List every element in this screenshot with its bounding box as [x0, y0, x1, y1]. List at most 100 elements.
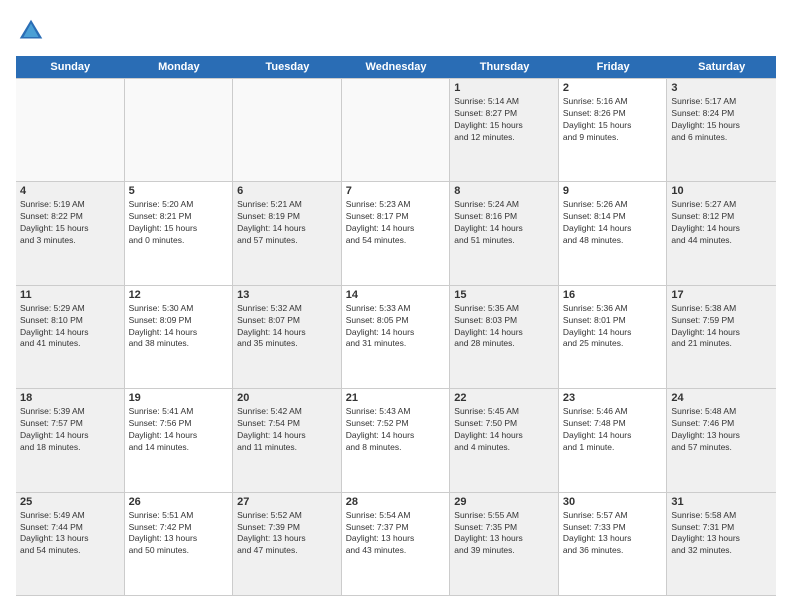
- page: SundayMondayTuesdayWednesdayThursdayFrid…: [0, 0, 792, 612]
- day-cell-11: 11 Sunrise: 5:29 AMSunset: 8:10 PMDayligh…: [16, 286, 125, 388]
- day-number: 13: [237, 289, 337, 301]
- day-number: 27: [237, 496, 337, 508]
- empty-cell: [342, 79, 451, 181]
- day-info: Sunrise: 5:24 AMSunset: 8:16 PMDaylight:…: [454, 199, 554, 247]
- header-day-friday: Friday: [559, 56, 668, 78]
- day-cell-24: 24 Sunrise: 5:48 AMSunset: 7:46 PMDayligh…: [667, 389, 776, 491]
- day-info: Sunrise: 5:20 AMSunset: 8:21 PMDaylight:…: [129, 199, 229, 247]
- day-number: 21: [346, 392, 446, 404]
- day-info: Sunrise: 5:45 AMSunset: 7:50 PMDaylight:…: [454, 406, 554, 454]
- day-number: 5: [129, 185, 229, 197]
- day-info: Sunrise: 5:51 AMSunset: 7:42 PMDaylight:…: [129, 510, 229, 558]
- day-info: Sunrise: 5:39 AMSunset: 7:57 PMDaylight:…: [20, 406, 120, 454]
- day-cell-18: 18Sunrise: 5:39 AMSunset: 7:57 PMDayligh…: [16, 389, 125, 491]
- day-number: 14: [346, 289, 446, 301]
- day-cell-25: 25 Sunrise: 5:49 AMSunset: 7:44 PMDayligh…: [16, 493, 125, 595]
- day-cell-4: 4Sunrise: 5:19 AMSunset: 8:22 PMDaylight…: [16, 182, 125, 284]
- logo: [16, 16, 50, 46]
- day-info: Sunrise: 5:48 AMSunset: 7:46 PMDaylight:…: [671, 406, 772, 454]
- day-cell-21: 21 Sunrise: 5:43 AMSunset: 7:52 PMDayligh…: [342, 389, 451, 491]
- day-cell-29: 29 Sunrise: 5:55 AMSunset: 7:35 PMDayligh…: [450, 493, 559, 595]
- header-day-monday: Monday: [125, 56, 234, 78]
- day-number: 16: [563, 289, 663, 301]
- calendar-row-5: 25 Sunrise: 5:49 AMSunset: 7:44 PMDayligh…: [16, 493, 776, 596]
- day-info: Sunrise: 5:29 AMSunset: 8:10 PMDaylight:…: [20, 303, 120, 351]
- day-cell-30: 30Sunrise: 5:57 AMSunset: 7:33 PMDayligh…: [559, 493, 668, 595]
- day-cell-28: 28Sunrise: 5:54 AMSunset: 7:37 PMDayligh…: [342, 493, 451, 595]
- day-cell-9: 9 Sunrise: 5:26 AMSunset: 8:14 PMDaylight…: [559, 182, 668, 284]
- day-number: 17: [671, 289, 772, 301]
- day-number: 7: [346, 185, 446, 197]
- day-cell-27: 27 Sunrise: 5:52 AMSunset: 7:39 PMDayligh…: [233, 493, 342, 595]
- day-cell-23: 23 Sunrise: 5:46 AMSunset: 7:48 PMDayligh…: [559, 389, 668, 491]
- day-number: 23: [563, 392, 663, 404]
- day-info: Sunrise: 5:33 AMSunset: 8:05 PMDaylight:…: [346, 303, 446, 351]
- day-cell-14: 14 Sunrise: 5:33 AMSunset: 8:05 PMDayligh…: [342, 286, 451, 388]
- day-info: Sunrise: 5:41 AMSunset: 7:56 PMDaylight:…: [129, 406, 229, 454]
- calendar-row-3: 11 Sunrise: 5:29 AMSunset: 8:10 PMDayligh…: [16, 286, 776, 389]
- day-number: 8: [454, 185, 554, 197]
- day-cell-10: 10 Sunrise: 5:27 AMSunset: 8:12 PMDayligh…: [667, 182, 776, 284]
- calendar-row-2: 4Sunrise: 5:19 AMSunset: 8:22 PMDaylight…: [16, 182, 776, 285]
- header-day-tuesday: Tuesday: [233, 56, 342, 78]
- day-cell-16: 16 Sunrise: 5:36 AMSunset: 8:01 PMDayligh…: [559, 286, 668, 388]
- day-info: Sunrise: 5:30 AMSunset: 8:09 PMDaylight:…: [129, 303, 229, 351]
- calendar-body: 1Sunrise: 5:14 AMSunset: 8:27 PMDaylight…: [16, 78, 776, 596]
- day-info: Sunrise: 5:17 AMSunset: 8:24 PMDaylight:…: [671, 96, 772, 144]
- empty-cell: [16, 79, 125, 181]
- day-cell-6: 6 Sunrise: 5:21 AMSunset: 8:19 PMDaylight…: [233, 182, 342, 284]
- day-cell-7: 7 Sunrise: 5:23 AMSunset: 8:17 PMDaylight…: [342, 182, 451, 284]
- day-number: 24: [671, 392, 772, 404]
- day-info: Sunrise: 5:55 AMSunset: 7:35 PMDaylight:…: [454, 510, 554, 558]
- day-cell-12: 12 Sunrise: 5:30 AMSunset: 8:09 PMDayligh…: [125, 286, 234, 388]
- day-number: 20: [237, 392, 337, 404]
- day-info: Sunrise: 5:21 AMSunset: 8:19 PMDaylight:…: [237, 199, 337, 247]
- day-cell-31: 31Sunrise: 5:58 AMSunset: 7:31 PMDayligh…: [667, 493, 776, 595]
- day-info: Sunrise: 5:35 AMSunset: 8:03 PMDaylight:…: [454, 303, 554, 351]
- day-number: 29: [454, 496, 554, 508]
- day-info: Sunrise: 5:16 AMSunset: 8:26 PMDaylight:…: [563, 96, 663, 144]
- day-info: Sunrise: 5:27 AMSunset: 8:12 PMDaylight:…: [671, 199, 772, 247]
- day-info: Sunrise: 5:52 AMSunset: 7:39 PMDaylight:…: [237, 510, 337, 558]
- day-number: 6: [237, 185, 337, 197]
- day-number: 11: [20, 289, 120, 301]
- day-cell-17: 17 Sunrise: 5:38 AMSunset: 7:59 PMDayligh…: [667, 286, 776, 388]
- header-day-sunday: Sunday: [16, 56, 125, 78]
- calendar: SundayMondayTuesdayWednesdayThursdayFrid…: [16, 56, 776, 596]
- header-day-wednesday: Wednesday: [342, 56, 451, 78]
- day-info: Sunrise: 5:58 AMSunset: 7:31 PMDaylight:…: [671, 510, 772, 558]
- day-info: Sunrise: 5:57 AMSunset: 7:33 PMDaylight:…: [563, 510, 663, 558]
- day-cell-5: 5 Sunrise: 5:20 AMSunset: 8:21 PMDaylight…: [125, 182, 234, 284]
- day-cell-20: 20 Sunrise: 5:42 AMSunset: 7:54 PMDayligh…: [233, 389, 342, 491]
- day-number: 25: [20, 496, 120, 508]
- day-cell-2: 2Sunrise: 5:16 AMSunset: 8:26 PMDaylight…: [559, 79, 668, 181]
- day-info: Sunrise: 5:46 AMSunset: 7:48 PMDaylight:…: [563, 406, 663, 454]
- day-number: 10: [671, 185, 772, 197]
- day-info: Sunrise: 5:26 AMSunset: 8:14 PMDaylight:…: [563, 199, 663, 247]
- day-cell-8: 8 Sunrise: 5:24 AMSunset: 8:16 PMDaylight…: [450, 182, 559, 284]
- empty-cell: [125, 79, 234, 181]
- day-info: Sunrise: 5:14 AMSunset: 8:27 PMDaylight:…: [454, 96, 554, 144]
- day-cell-13: 13Sunrise: 5:32 AMSunset: 8:07 PMDayligh…: [233, 286, 342, 388]
- day-cell-1: 1Sunrise: 5:14 AMSunset: 8:27 PMDaylight…: [450, 79, 559, 181]
- day-number: 9: [563, 185, 663, 197]
- empty-cell: [233, 79, 342, 181]
- day-number: 28: [346, 496, 446, 508]
- day-number: 19: [129, 392, 229, 404]
- day-info: Sunrise: 5:19 AMSunset: 8:22 PMDaylight:…: [20, 199, 120, 247]
- day-number: 22: [454, 392, 554, 404]
- day-number: 12: [129, 289, 229, 301]
- day-info: Sunrise: 5:42 AMSunset: 7:54 PMDaylight:…: [237, 406, 337, 454]
- day-cell-15: 15Sunrise: 5:35 AMSunset: 8:03 PMDayligh…: [450, 286, 559, 388]
- day-number: 26: [129, 496, 229, 508]
- logo-icon: [16, 16, 46, 46]
- day-info: Sunrise: 5:36 AMSunset: 8:01 PMDaylight:…: [563, 303, 663, 351]
- day-info: Sunrise: 5:43 AMSunset: 7:52 PMDaylight:…: [346, 406, 446, 454]
- day-info: Sunrise: 5:23 AMSunset: 8:17 PMDaylight:…: [346, 199, 446, 247]
- day-cell-19: 19 Sunrise: 5:41 AMSunset: 7:56 PMDayligh…: [125, 389, 234, 491]
- calendar-row-1: 1Sunrise: 5:14 AMSunset: 8:27 PMDaylight…: [16, 78, 776, 182]
- day-cell-26: 26 Sunrise: 5:51 AMSunset: 7:42 PMDayligh…: [125, 493, 234, 595]
- day-cell-22: 22 Sunrise: 5:45 AMSunset: 7:50 PMDayligh…: [450, 389, 559, 491]
- day-info: Sunrise: 5:38 AMSunset: 7:59 PMDaylight:…: [671, 303, 772, 351]
- day-info: Sunrise: 5:49 AMSunset: 7:44 PMDaylight:…: [20, 510, 120, 558]
